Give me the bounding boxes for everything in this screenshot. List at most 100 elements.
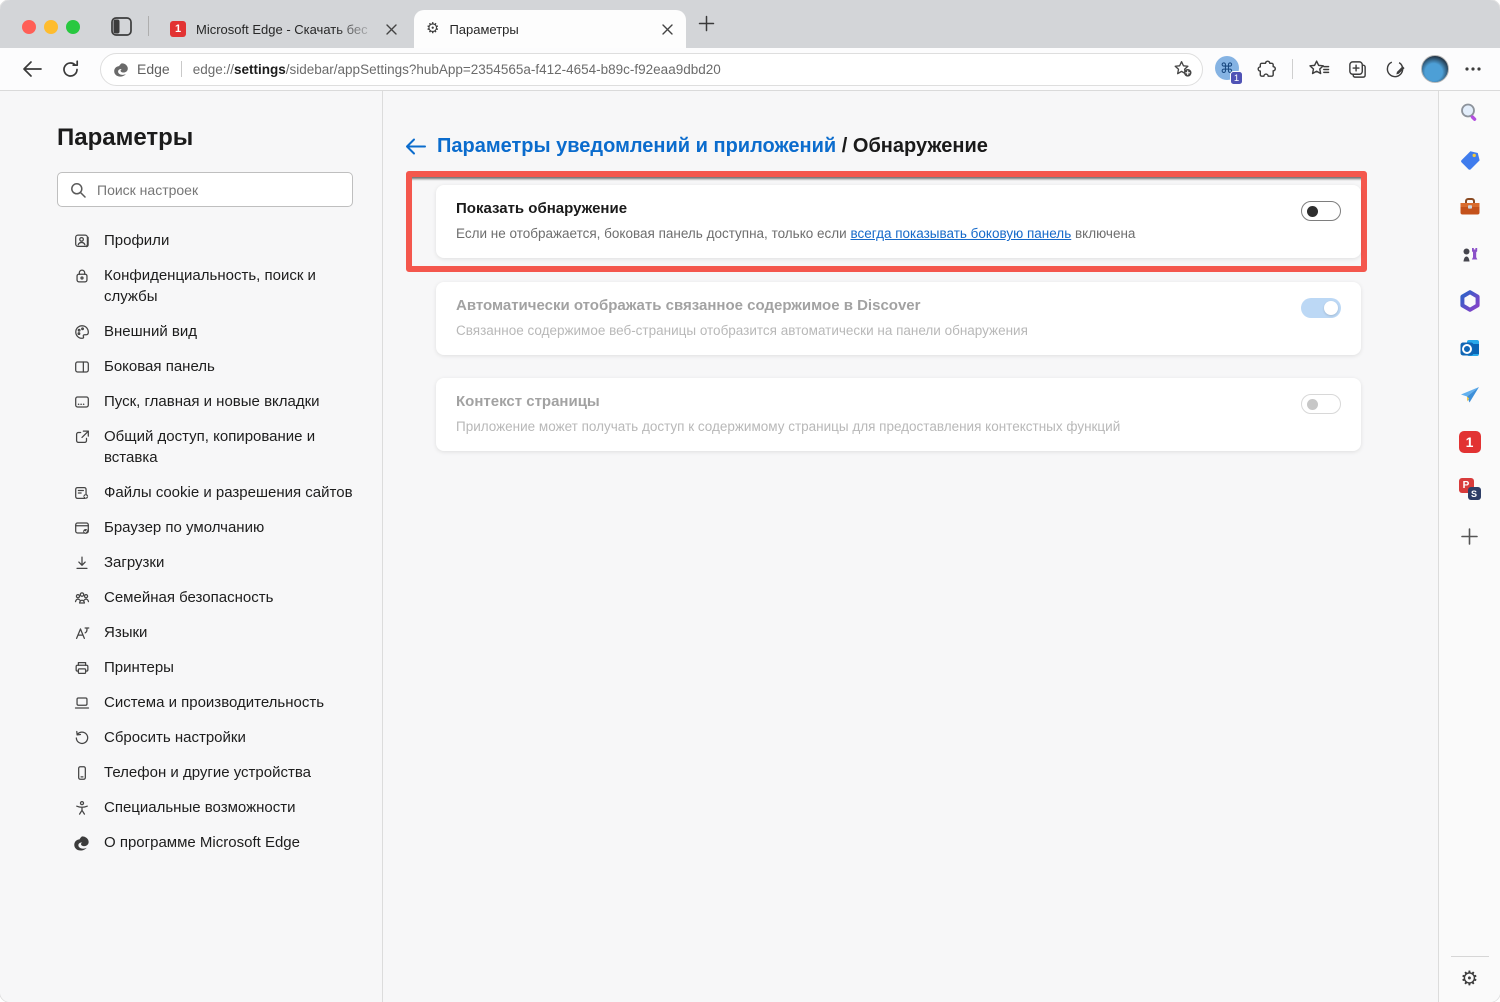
back-button[interactable] [20,60,45,78]
start-home-icon [73,393,91,411]
close-tab-icon[interactable] [382,20,400,38]
address-bar[interactable]: Edge edge://settings/sidebar/appSettings… [100,52,1203,86]
edge-logo-icon [113,61,130,78]
add-sidebar-app-icon[interactable] [1457,523,1483,549]
search-icon [71,182,86,198]
setting-description: Если не отображается, боковая панель дос… [456,226,1136,241]
extensions-puzzle-icon[interactable] [1254,59,1279,80]
share-icon [73,428,91,446]
fullscreen-window-button[interactable] [66,20,80,34]
minimize-window-button[interactable] [44,20,58,34]
lock-icon [73,267,91,285]
window-controls [22,20,80,34]
back-arrow-icon[interactable] [404,137,427,156]
browser-window: 1 Microsoft Edge - Скачать бес ⚙ Парамет… [0,0,1500,1002]
sidebar-item-sidebar-panel[interactable]: Боковая панель [73,349,360,384]
cookies-icon [73,484,91,502]
sidebar-item-about-edge[interactable]: О программе Microsoft Edge [73,825,360,860]
close-window-button[interactable] [22,20,36,34]
refresh-button[interactable] [59,59,82,79]
sidebar-item-cookies-permissions[interactable]: Файлы cookie и разрешения сайтов [73,475,360,510]
games-chess-icon[interactable] [1457,241,1483,267]
app-ps-icon[interactable]: PS [1457,476,1483,502]
tab-settings[interactable]: ⚙ Параметры [414,10,686,48]
sidebar-item-downloads[interactable]: Загрузки [73,545,360,580]
breadcrumb-link-notifications[interactable]: Параметры уведомлений и приложений [437,135,836,157]
sidebar-item-appearance[interactable]: Внешний вид [73,314,360,349]
app-1-icon[interactable]: 1 [1457,429,1483,455]
accessibility-icon [73,799,91,817]
settings-search-input[interactable] [95,180,344,199]
downloads-icon [73,554,91,572]
web-capture-icon[interactable] [1383,59,1408,80]
sidebar-item-languages[interactable]: Языки [73,615,360,650]
setting-title: Автоматически отображать связанное содер… [456,297,921,314]
collections-icon[interactable] [1345,59,1370,80]
tab-microsoft-edge-download[interactable]: 1 Microsoft Edge - Скачать бес [158,10,410,48]
phone-icon [73,764,91,782]
microsoft-365-icon[interactable] [1457,288,1483,314]
tab-title: Microsoft Edge - Скачать бес [196,21,368,37]
setting-description: Приложение может получать доступ к содер… [456,419,1121,434]
settings-menu-ellipsis-icon[interactable] [1462,66,1484,72]
settings-nav-list: Профили Конфиденциальность, поиск и служ… [73,223,360,860]
sidebar-item-accessibility[interactable]: Специальные возможности [73,790,360,825]
sidebar-item-system-performance[interactable]: Система и производительность [73,685,360,720]
sidebar-item-profiles[interactable]: Профили [73,223,360,258]
reset-icon [73,729,91,747]
app-ps-s-label: S [1467,487,1481,500]
sidebar-item-share-copy-paste[interactable]: Общий доступ, копирование и вставка [73,419,360,475]
breadcrumb: Параметры уведомлений и приложений / Обн… [404,135,1438,158]
tab-actions-menu-icon[interactable] [111,17,132,39]
setting-card-page-context: Контекст страницы Приложение может получ… [436,378,1361,451]
settings-search-box[interactable] [57,172,353,207]
drop-plane-icon[interactable] [1457,382,1483,408]
gear-favicon-icon: ⚙ [426,20,440,37]
tab-strip-divider [148,16,149,36]
settings-title: Параметры [57,124,194,151]
sidebar-item-printers[interactable]: Принтеры [73,650,360,685]
search-icon[interactable] [1457,100,1483,126]
page-body: Параметры Профили Конфиденциальность, по… [0,91,1500,1002]
setting-card-auto-show-discover: Автоматически отображать связанное содер… [436,282,1361,355]
new-tab-button[interactable] [698,15,715,36]
toolbar: Edge edge://settings/sidebar/appSettings… [0,48,1500,91]
printer-icon [73,659,91,677]
sidebar-item-family-safety[interactable]: Семейная безопасность [73,580,360,615]
extension-badge-count: 1 [1230,71,1243,85]
red-1-favicon-icon: 1 [170,21,186,37]
settings-sidebar: Параметры Профили Конфиденциальность, по… [0,91,383,1002]
setting-description: Связанное содержимое веб-страницы отобра… [456,323,1028,338]
page-context-toggle [1301,394,1341,414]
sidebar-item-privacy[interactable]: Конфиденциальность, поиск и службы [73,258,360,314]
profiles-icon [73,232,91,250]
address-divider [180,61,182,77]
sidebar-item-default-browser[interactable]: Браузер по умолчанию [73,510,360,545]
always-show-sidebar-link[interactable]: всегда показывать боковую панель [850,226,1071,241]
profile-avatar[interactable] [1421,55,1449,83]
outlook-icon[interactable] [1457,335,1483,361]
sidebar-item-phone-devices[interactable]: Телефон и другие устройства [73,755,360,790]
sidebar-settings-gear-icon[interactable]: ⚙ [1461,968,1479,990]
breadcrumb-current: Обнаружение [852,135,988,157]
sidebar-item-start-home-tabs[interactable]: Пуск, главная и новые вкладки [73,384,360,419]
add-favorite-star-icon[interactable] [1171,60,1194,78]
show-discover-toggle[interactable] [1301,201,1341,221]
shopping-tag-icon[interactable] [1457,147,1483,173]
annotation-highlight-box: Показать обнаружение Если не отображаетс… [406,171,1367,272]
tab-title: Параметры [449,21,519,37]
page-title: Параметры уведомлений и приложений / Обн… [437,135,988,157]
sidebar-item-reset-settings[interactable]: Сбросить настройки [73,720,360,755]
close-tab-icon[interactable] [658,20,676,38]
sidebar-panel-icon [73,358,91,376]
tab-strip: 1 Microsoft Edge - Скачать бес ⚙ Парамет… [0,0,1500,48]
edge-sidebar-rail: 1 PS ⚙ [1438,91,1500,1002]
rail-divider [1451,956,1489,957]
family-icon [73,589,91,607]
languages-icon [73,624,91,642]
favorites-icon[interactable] [1306,59,1332,79]
extension-shortcut-icon[interactable]: ⌘ 1 [1215,56,1243,85]
toolbox-icon[interactable] [1457,194,1483,220]
app-1-label: 1 [1458,431,1481,453]
edge-logo-icon [73,834,91,852]
